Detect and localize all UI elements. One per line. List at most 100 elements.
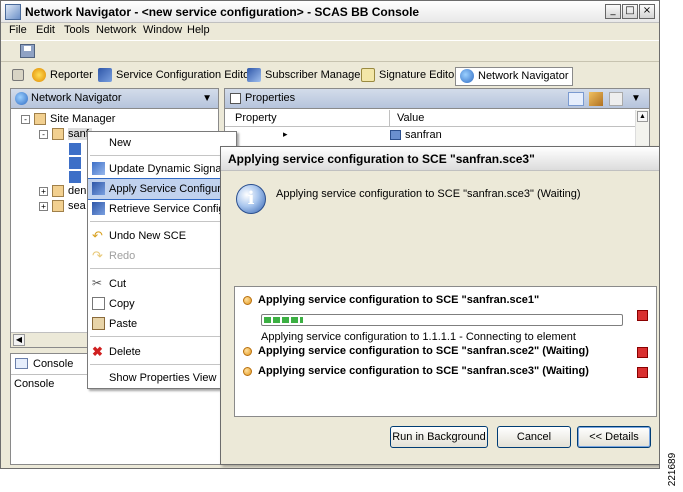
menu-item-cut[interactable]: ✂ Cut xyxy=(88,274,236,294)
tree-node-sce[interactable] xyxy=(69,156,85,170)
scroll-left-icon[interactable]: ◀ xyxy=(13,334,25,346)
job-progress-bar xyxy=(261,314,623,326)
menu-bar: File Edit Tools Network Window Help xyxy=(1,23,659,39)
close-button[interactable]: × xyxy=(639,4,655,19)
table-row[interactable]: ▸ sanfran xyxy=(225,128,635,144)
title-bar: Network Navigator - <new service configu… xyxy=(1,1,659,23)
properties-table-header: Property Value xyxy=(225,110,649,127)
perspective-service-config[interactable]: Service Configuration Editor xyxy=(98,67,253,86)
console-icon xyxy=(15,358,28,369)
job-list: Applying service configuration to SCE "s… xyxy=(234,286,657,417)
navigator-title: Network Navigator xyxy=(31,92,122,104)
expand-icon[interactable]: + xyxy=(39,201,48,211)
menu-help[interactable]: Help xyxy=(187,24,210,36)
stop-icon[interactable] xyxy=(637,347,648,358)
signature-icon xyxy=(361,68,375,83)
menu-item-copy[interactable]: Copy xyxy=(88,294,236,314)
list-item[interactable]: Applying service configuration to SCE "s… xyxy=(235,287,656,349)
list-item[interactable]: Applying service configuration to SCE "s… xyxy=(235,342,656,360)
minimize-button[interactable]: _ xyxy=(605,4,621,19)
main-toolbar xyxy=(1,40,659,62)
site-icon xyxy=(52,128,64,141)
menu-item-new[interactable]: New▸ xyxy=(88,133,236,153)
collapse-icon[interactable]: - xyxy=(39,129,48,139)
progress-dialog: Applying service configuration to SCE "s… xyxy=(220,146,659,465)
menu-item-apply-service-configuration[interactable]: Apply Service Configuration xyxy=(88,178,236,200)
job-status-icon xyxy=(243,346,252,356)
tree-node-sea[interactable]: + sea xyxy=(39,199,86,213)
open-perspective-icon[interactable] xyxy=(12,67,24,86)
property-value: sanfran xyxy=(405,129,442,141)
menu-tools[interactable]: Tools xyxy=(64,24,90,36)
categories-icon[interactable] xyxy=(568,92,584,106)
window-title: Network Navigator - <new service configu… xyxy=(25,5,420,19)
restore-icon[interactable] xyxy=(609,92,623,106)
redo-icon: ↷ xyxy=(92,248,103,263)
view-menu-icon[interactable]: ▼ xyxy=(631,93,641,104)
perspective-signature-editor[interactable]: Signature Editor xyxy=(361,67,458,86)
tree-node-sce[interactable] xyxy=(69,170,85,184)
menu-item-undo[interactable]: ↶ Undo New SCE xyxy=(88,226,236,246)
maximize-button[interactable]: □ xyxy=(622,4,638,19)
undo-icon: ↶ xyxy=(92,228,103,243)
menu-window[interactable]: Window xyxy=(143,24,182,36)
column-property[interactable]: Property xyxy=(235,112,277,124)
properties-title: Properties xyxy=(245,92,296,104)
menu-item-retrieve-service-configuration[interactable]: Retrieve Service Configuration xyxy=(88,199,236,219)
menu-item-redo: ↷ Redo xyxy=(92,248,136,263)
tree-root[interactable]: - Site Manager xyxy=(21,112,115,126)
retrieve-config-icon xyxy=(92,202,105,215)
scroll-up-icon[interactable]: ▲ xyxy=(637,111,648,122)
save-icon[interactable] xyxy=(20,44,35,58)
app-icon xyxy=(5,4,21,20)
perspective-subscriber-manager[interactable]: Subscriber Manager xyxy=(247,67,364,86)
expand-arrow-icon[interactable]: ▸ xyxy=(283,129,288,140)
dialog-title-bar: Applying service configuration to SCE "s… xyxy=(221,147,659,171)
stop-icon[interactable] xyxy=(637,367,648,378)
globe-icon xyxy=(15,92,28,105)
collapse-icon[interactable]: - xyxy=(21,114,30,124)
run-in-background-button[interactable]: Run in Background xyxy=(390,426,488,448)
column-value[interactable]: Value xyxy=(397,112,424,124)
expand-icon[interactable]: + xyxy=(39,186,48,196)
globe-icon xyxy=(460,69,474,84)
context-menu: New▸ Update Dynamic Signatures Apply Ser… xyxy=(87,131,237,389)
properties-header: Properties ▼ xyxy=(225,89,649,109)
delete-icon: ✖ xyxy=(92,344,103,359)
perspective-bar: Reporter Service Configuration Editor Su… xyxy=(1,63,659,88)
stop-icon[interactable] xyxy=(637,310,648,321)
cancel-button[interactable]: Cancel xyxy=(497,426,571,448)
view-menu-icon[interactable]: ▼ xyxy=(202,93,212,104)
tree-node-den[interactable]: + den xyxy=(39,184,86,198)
dialog-message-area: i Applying service configuration to SCE … xyxy=(222,172,659,275)
menu-item-update-signatures[interactable]: Update Dynamic Signatures xyxy=(88,159,236,179)
filter-icon[interactable] xyxy=(589,92,603,106)
reporter-icon xyxy=(32,68,46,83)
figure-id: 221689 xyxy=(667,452,679,487)
menu-item-paste[interactable]: Paste xyxy=(88,314,236,334)
site-manager-icon xyxy=(34,113,46,126)
perspective-reporter[interactable]: Reporter xyxy=(32,67,93,86)
menu-edit[interactable]: Edit xyxy=(36,24,55,36)
menu-item-show-properties[interactable]: Show Properties View xyxy=(88,368,236,388)
progress-fill xyxy=(264,317,303,323)
sce-icon xyxy=(69,171,81,184)
navigator-header: Network Navigator ▼ xyxy=(11,89,218,109)
tree-node-sanfran[interactable]: - sanfr xyxy=(39,127,93,141)
console-label: Console xyxy=(14,378,55,390)
menu-network[interactable]: Network xyxy=(96,24,136,36)
dialog-message: Applying service configuration to SCE "s… xyxy=(276,188,581,200)
details-button[interactable]: << Details xyxy=(577,426,651,448)
menu-item-delete[interactable]: ✖ Delete xyxy=(88,342,236,362)
list-item[interactable]: Applying service configuration to SCE "s… xyxy=(235,362,656,380)
perspective-network-navigator[interactable]: Network Navigator xyxy=(455,67,574,86)
menu-file[interactable]: File xyxy=(9,24,27,36)
tree-node-sce[interactable] xyxy=(69,142,85,156)
tab-console[interactable]: Console xyxy=(11,354,91,374)
sce-icon xyxy=(69,157,81,170)
dialog-title: Applying service configuration to SCE "s… xyxy=(228,152,535,166)
copy-icon xyxy=(92,297,105,310)
subscriber-icon xyxy=(247,68,261,83)
properties-icon xyxy=(230,93,241,104)
site-icon xyxy=(52,200,64,213)
